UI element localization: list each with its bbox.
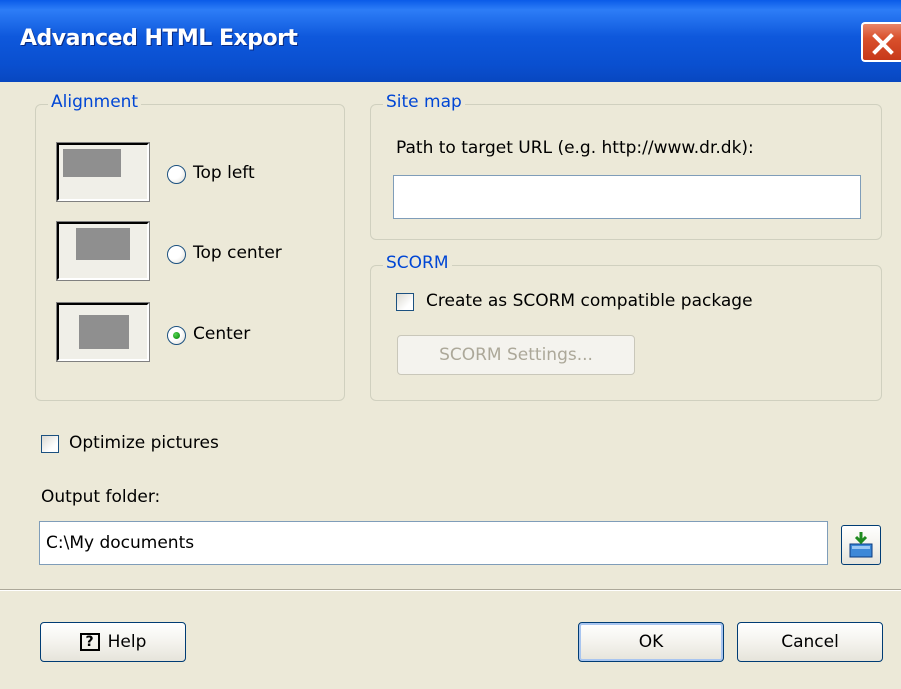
ok-button[interactable]: OK [578,622,724,662]
help-label: Help [107,632,147,652]
site-map-legend: Site map [383,92,465,112]
title-bar[interactable]: Advanced HTML Export [0,0,901,82]
output-folder-input[interactable] [39,521,828,565]
site-map-group: Site map Path to target URL (e.g. http:/… [370,92,882,240]
cancel-button[interactable]: Cancel [737,622,883,662]
window-title: Advanced HTML Export [20,26,298,51]
top-left-preview [56,142,150,202]
top-center-label[interactable]: Top center [193,243,282,263]
output-folder-label: Output folder: [41,487,161,507]
radio-selected-dot [173,332,180,339]
alignment-legend: Alignment [48,92,142,112]
browse-folder-button[interactable] [841,525,881,565]
scorm-package-checkbox[interactable] [396,293,414,311]
top-left-radio[interactable] [167,165,186,184]
scorm-group: SCORM Create as SCORM compatible package… [370,253,882,401]
center-label[interactable]: Center [193,324,250,344]
help-button[interactable]: ? Help [40,622,186,662]
optimize-pictures-checkbox[interactable] [41,435,59,453]
button-separator-highlight [0,590,901,591]
dialog-body: Alignment Top left Top center Center Sit… [0,82,901,689]
scorm-settings-button[interactable]: SCORM Settings... [397,335,635,375]
close-icon [872,33,894,55]
optimize-pictures-label[interactable]: Optimize pictures [69,433,219,453]
scorm-legend: SCORM [383,253,452,273]
center-radio[interactable] [167,326,186,345]
close-button[interactable] [861,22,901,62]
folder-browse-icon [849,532,873,558]
target-url-input[interactable] [393,175,861,219]
alignment-group: Alignment Top left Top center Center [35,92,345,401]
top-center-preview [56,221,150,281]
help-icon: ? [79,633,100,651]
top-left-label[interactable]: Top left [193,163,255,183]
path-to-target-url-label: Path to target URL (e.g. http://www.dr.d… [396,138,754,158]
scorm-package-label[interactable]: Create as SCORM compatible package [426,291,753,311]
center-preview [56,302,150,362]
top-center-radio[interactable] [167,245,186,264]
